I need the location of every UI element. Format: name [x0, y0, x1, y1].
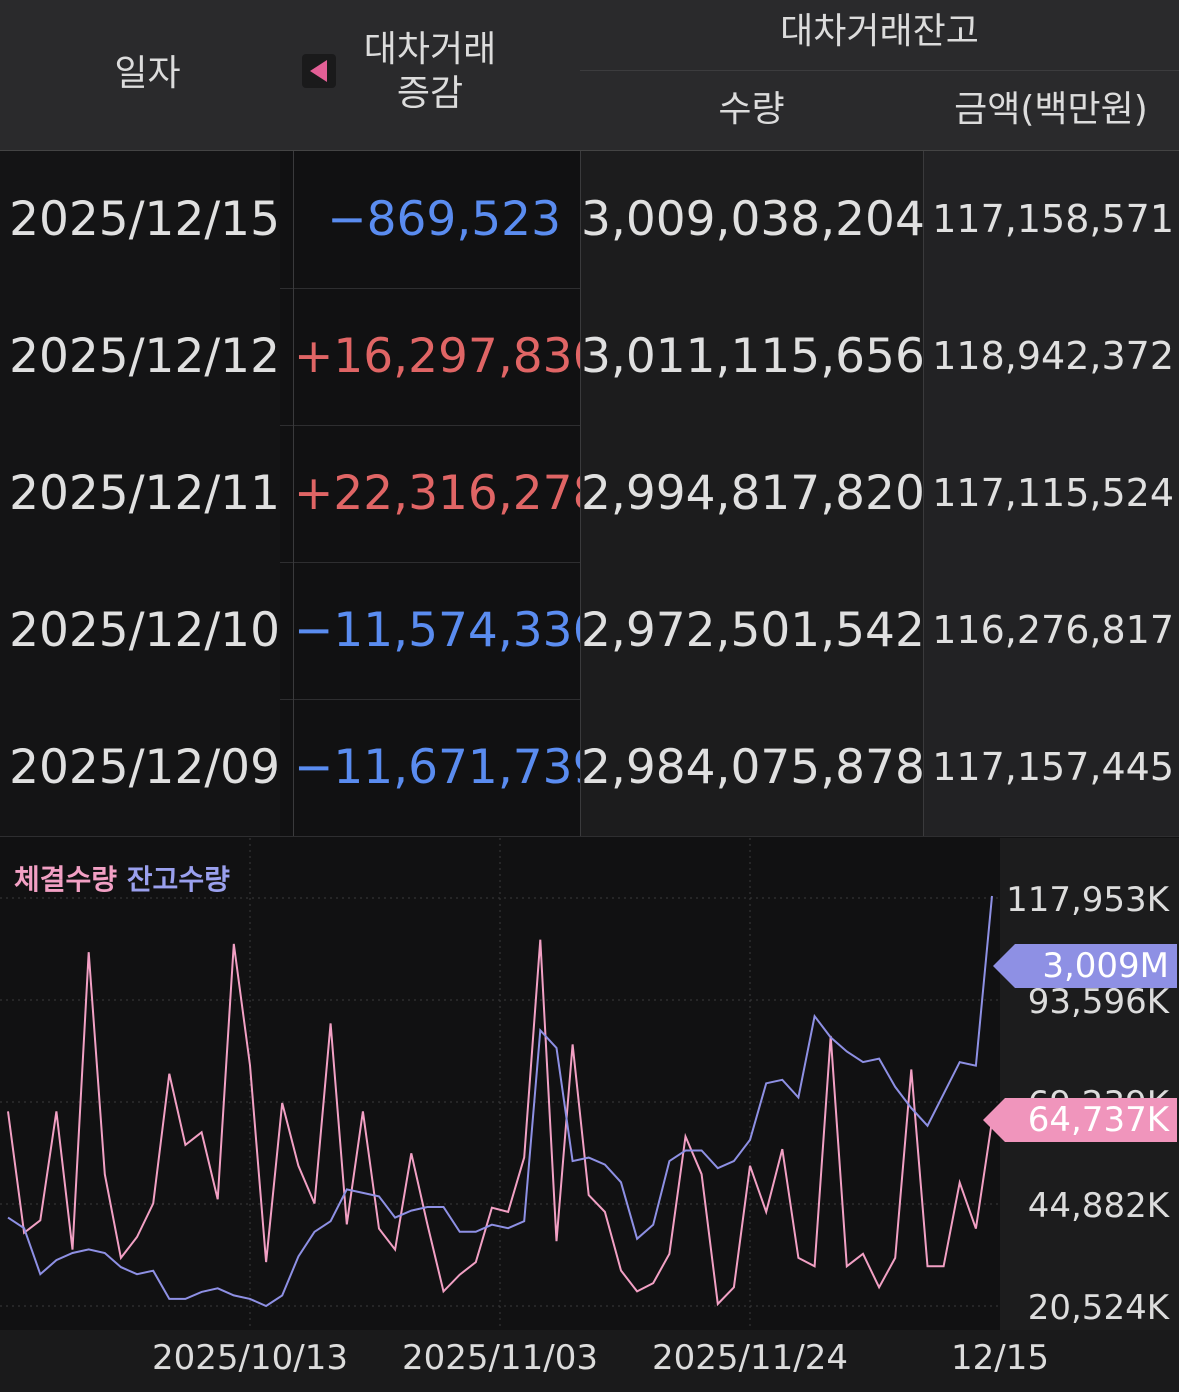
row-date: 2025/12/15: [0, 151, 280, 288]
row-date: 2025/12/12: [0, 288, 280, 425]
column-header-change[interactable]: 대차거래 증감: [350, 28, 510, 116]
column-header-amount[interactable]: 금액(백만원): [923, 88, 1179, 132]
row-amount: 118,942,372: [923, 288, 1179, 425]
row-date: 2025/12/10: [0, 562, 280, 699]
table-row[interactable]: 2025/12/11 +22,316,278 2,994,817,820 117…: [0, 425, 1179, 563]
sort-toggle-icon[interactable]: [302, 54, 336, 88]
balance-current-badge: 3,009M: [993, 944, 1177, 988]
chart-legend: 체결수량 잔고수량: [14, 858, 230, 898]
row-change: −11,671,739: [293, 699, 602, 836]
row-quantity: 3,011,115,656: [580, 288, 925, 425]
table-header: 일자 대차거래 증감 대차거래잔고 수량 금액(백만원): [0, 0, 1179, 151]
table-row[interactable]: 2025/12/15 −869,523 3,009,038,204 117,15…: [0, 151, 1179, 289]
legend-balance-volume[interactable]: 잔고수량: [127, 863, 230, 896]
y-tick-label: 20,524K: [1027, 1288, 1169, 1328]
x-tick-label: 2025/11/03: [402, 1338, 598, 1378]
row-quantity: 2,972,501,542: [580, 562, 925, 699]
row-quantity-value: 3,011,115,656: [581, 329, 925, 384]
row-quantity: 2,994,817,820: [580, 425, 925, 562]
row-amount: 117,115,524: [923, 425, 1179, 562]
row-quantity: 3,009,038,204: [580, 151, 925, 288]
volume-chart[interactable]: 체결수량 잔고수량 117,953K 93,596K 69,239K 44,88…: [0, 838, 1179, 1392]
legend-trade-volume[interactable]: 체결수량: [14, 863, 117, 896]
row-amount: 117,157,445: [923, 699, 1179, 836]
row-amount: 117,158,571: [923, 151, 1179, 288]
row-change-value: −869,523: [327, 192, 561, 247]
row-amount-value: 118,942,372: [932, 334, 1174, 378]
row-amount: 116,276,817: [923, 562, 1179, 699]
y-tick-label: 117,953K: [1006, 880, 1169, 920]
row-change: +22,316,278: [293, 425, 602, 562]
row-change: +16,297,836: [293, 288, 602, 425]
trade-current-badge: 64,737K: [983, 1098, 1177, 1142]
row-quantity: 2,984,075,878: [580, 699, 925, 836]
column-group-balance: 대차거래잔고: [780, 11, 979, 52]
x-tick-label: 2025/10/13: [152, 1338, 348, 1378]
column-header-change-line2: 증감: [396, 73, 464, 114]
table-row[interactable]: 2025/12/09 −11,671,739 2,984,075,878 117…: [0, 699, 1179, 837]
x-tick-label: 12/15: [951, 1338, 1049, 1378]
table-row[interactable]: 2025/12/10 −11,574,336 2,972,501,542 116…: [0, 562, 1179, 700]
header-divider: [580, 70, 1179, 71]
row-change-value: +22,316,278: [294, 466, 603, 521]
row-amount-value: 116,276,817: [932, 608, 1174, 652]
row-quantity-value: 2,994,817,820: [581, 466, 925, 521]
chart-plot[interactable]: [0, 838, 1000, 1330]
y-tick-label: 93,596K: [1027, 982, 1169, 1022]
row-quantity-value: 2,972,501,542: [581, 603, 925, 658]
column-header-quantity[interactable]: 수량: [580, 88, 923, 132]
row-date: 2025/12/09: [0, 699, 280, 836]
row-change-value: +16,297,836: [294, 329, 603, 384]
row-quantity-value: 3,009,038,204: [581, 192, 925, 247]
row-date: 2025/12/11: [0, 425, 280, 562]
row-amount-value: 117,115,524: [932, 471, 1174, 515]
row-change: −11,574,336: [293, 562, 602, 699]
row-change-value: −11,671,739: [294, 740, 603, 795]
column-header-date[interactable]: 일자: [0, 52, 295, 96]
column-header-change-line1: 대차거래: [363, 29, 497, 70]
row-quantity-value: 2,984,075,878: [581, 740, 925, 795]
x-tick-label: 2025/11/24: [652, 1338, 848, 1378]
row-change-value: −11,574,336: [294, 603, 603, 658]
table-row[interactable]: 2025/12/12 +16,297,836 3,011,115,656 118…: [0, 288, 1179, 426]
row-amount-value: 117,157,445: [932, 745, 1174, 789]
y-tick-label: 44,882K: [1027, 1186, 1169, 1226]
row-change: −869,523: [293, 151, 581, 288]
row-amount-value: 117,158,571: [932, 197, 1174, 241]
